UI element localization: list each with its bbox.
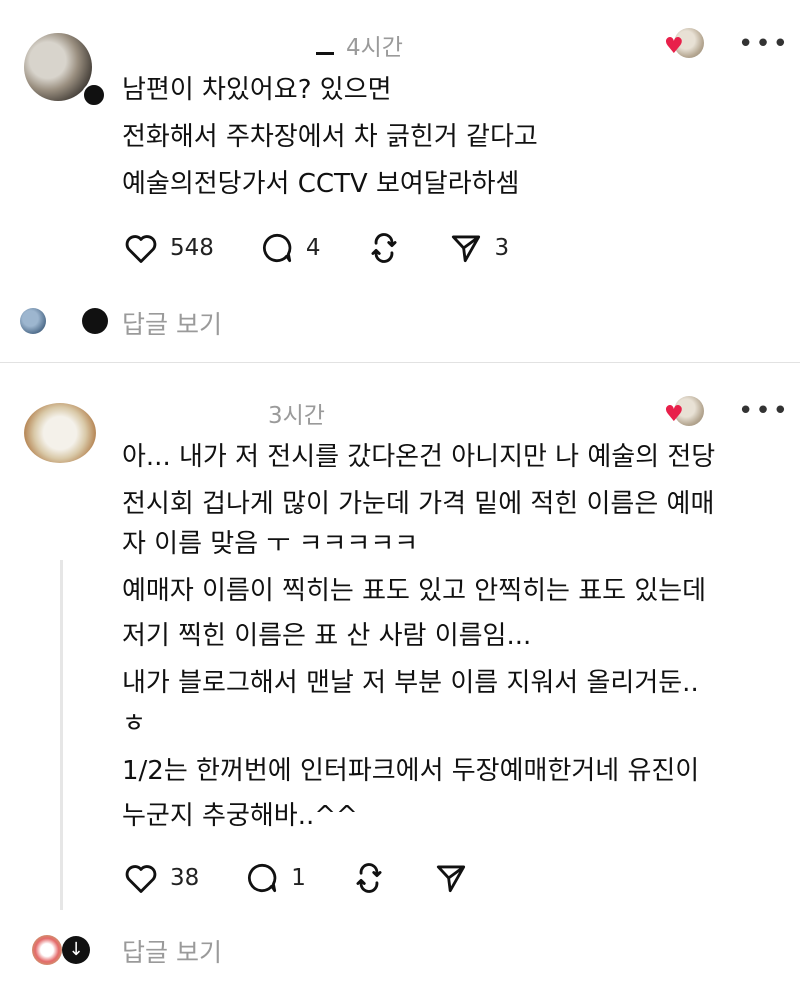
view-replies-link[interactable]: 답글 보기 [122,933,222,969]
post-text-line: 남편이 차있어요? 있으면 [122,75,392,105]
post-text-line: 내가 블로그해서 맨날 저 부분 이름 지워서 올리거둔.. [122,668,699,698]
repost-button[interactable] [350,859,388,897]
post-text-line: ㅎ [122,709,146,739]
replier-avatar [20,308,46,334]
post-text-line: 전시회 겁나게 많이 가눈데 가격 밑에 적힌 이름은 예매 [122,489,715,519]
heart-icon: ♥ [664,34,684,59]
follow-badge-icon[interactable] [82,83,106,107]
liked-by-author-indicator: ♥ [664,28,704,64]
comment-button[interactable]: 1 [243,859,306,897]
action-bar: 38 1 [122,859,514,897]
repost-icon [371,233,397,263]
arrow-down-icon[interactable]: ↓ [62,936,90,964]
comment-button[interactable]: 4 [258,229,321,267]
comment-icon [262,233,292,263]
like-count: 548 [170,235,214,261]
post-text-line: 예술의전당가서 CCTV 보여달라하셈 [122,169,520,199]
post-time: 3시간 [268,403,325,429]
like-count: 38 [170,865,200,891]
post-text-line: 저기 찍힌 이름은 표 산 사람 이름임... [122,621,532,651]
replier-avatar [82,308,108,334]
more-icon[interactable]: ••• [738,398,790,424]
send-icon [436,865,466,893]
liked-by-author-indicator: ♥ [664,396,704,432]
send-icon [451,235,480,263]
post-text-line: 자 이름 맞음 ㅜ ㅋㅋㅋㅋㅋ [122,529,419,559]
author-avatar[interactable] [24,403,96,463]
post-time: 4시간 [346,35,403,61]
like-button[interactable]: 548 [122,229,214,267]
post-text-line: 아... 내가 저 전시를 갔다온건 아니지만 나 예술의 전당 [122,442,716,472]
replier-avatar [32,935,62,965]
post-text-line: 예매자 이름이 찍히는 표도 있고 안찍히는 표도 있는데 [122,576,707,606]
post-text-line: 1/2는 한꺼번에 인터파크에서 두장예매한거네 유진이 [122,756,700,786]
post-divider [0,362,800,363]
heart-icon [125,235,157,263]
comment-count: 4 [305,235,321,261]
more-icon[interactable]: ••• [738,31,790,57]
heart-icon [125,865,157,893]
share-count: 3 [494,235,510,261]
view-replies-link[interactable]: 답글 보기 [122,305,222,341]
comment-count: 1 [291,865,306,891]
post-text-line: 누군지 추궁해바..^^ [122,801,358,831]
heart-icon: ♥ [664,402,684,427]
repost-button[interactable] [365,229,403,267]
like-button[interactable]: 38 [122,859,199,897]
post-text-line: 전화해서 주차장에서 차 긁힌거 같다고 [122,122,538,152]
action-bar: 548 4 3 [122,229,553,267]
comment-icon [248,863,277,893]
share-button[interactable]: 3 [447,229,510,267]
repost-icon [356,863,382,893]
share-button[interactable] [432,859,470,897]
thread-line [60,560,63,910]
username[interactable] [316,52,334,55]
